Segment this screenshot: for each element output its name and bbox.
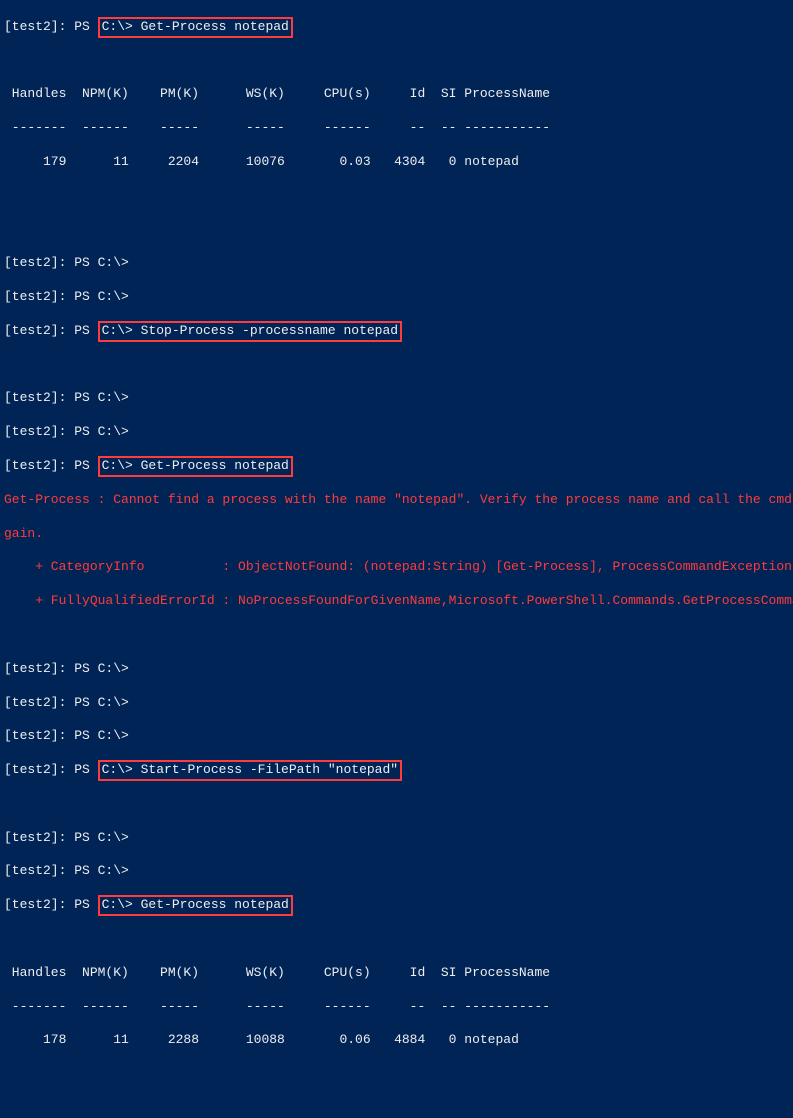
table-header: Handles NPM(K) PM(K) WS(K) CPU(s) Id SI … bbox=[4, 86, 789, 103]
blank-line bbox=[4, 1066, 789, 1083]
table-separator: ------- ------ ----- ----- ------ -- -- … bbox=[4, 120, 789, 137]
prompt-line: [test2]: PS C:\> bbox=[4, 830, 789, 847]
prompt-prefix: [test2]: PS bbox=[4, 897, 98, 912]
blank-line bbox=[4, 357, 789, 374]
prompt-line: [test2]: PS C:\> bbox=[4, 661, 789, 678]
prompt-prefix: [test2]: PS bbox=[4, 762, 98, 777]
highlighted-command-2: C:\> Stop-Process -processname notepad bbox=[98, 321, 402, 342]
prompt-line: [test2]: PS C:\> bbox=[4, 863, 789, 880]
highlighted-command-5: C:\> Get-Process notepad bbox=[98, 895, 293, 916]
error-line: gain. bbox=[4, 526, 789, 543]
blank-line bbox=[4, 188, 789, 205]
table-row: 179 11 2204 10076 0.03 4304 0 notepad bbox=[4, 154, 789, 171]
prompt-line: [test2]: PS C:\> bbox=[4, 728, 789, 745]
command-line: [test2]: PS C:\> Start-Process -FilePath… bbox=[4, 762, 789, 779]
error-line: Get-Process : Cannot find a process with… bbox=[4, 492, 789, 509]
powershell-terminal[interactable]: [test2]: PS C:\> Get-Process notepad Han… bbox=[0, 0, 793, 1118]
command-line: [test2]: PS C:\> Get-Process notepad bbox=[4, 458, 789, 475]
command-line: [test2]: PS C:\> Get-Process notepad bbox=[4, 897, 789, 914]
prompt-prefix: [test2]: PS bbox=[4, 458, 98, 473]
highlighted-command-4: C:\> Start-Process -FilePath "notepad" bbox=[98, 760, 402, 781]
table-header: Handles NPM(K) PM(K) WS(K) CPU(s) Id SI … bbox=[4, 965, 789, 982]
blank-line bbox=[4, 53, 789, 70]
prompt-prefix: [test2]: PS bbox=[4, 19, 98, 34]
table-row: 178 11 2288 10088 0.06 4884 0 notepad bbox=[4, 1032, 789, 1049]
prompt-line: [test2]: PS C:\> bbox=[4, 255, 789, 272]
blank-line bbox=[4, 627, 789, 644]
table-separator: ------- ------ ----- ----- ------ -- -- … bbox=[4, 999, 789, 1016]
error-line: + CategoryInfo : ObjectNotFound: (notepa… bbox=[4, 559, 789, 576]
highlighted-command-3: C:\> Get-Process notepad bbox=[98, 456, 293, 477]
prompt-line: [test2]: PS C:\> bbox=[4, 390, 789, 407]
error-line: + FullyQualifiedErrorId : NoProcessFound… bbox=[4, 593, 789, 610]
prompt-line: [test2]: PS C:\> bbox=[4, 289, 789, 306]
prompt-prefix: [test2]: PS bbox=[4, 323, 98, 338]
blank-line bbox=[4, 796, 789, 813]
highlighted-command-1: C:\> Get-Process notepad bbox=[98, 17, 293, 38]
prompt-line: [test2]: PS C:\> bbox=[4, 424, 789, 441]
blank-line bbox=[4, 1100, 789, 1117]
blank-line bbox=[4, 222, 789, 239]
command-line: [test2]: PS C:\> Stop-Process -processna… bbox=[4, 323, 789, 340]
command-line: [test2]: PS C:\> Get-Process notepad bbox=[4, 19, 789, 36]
blank-line bbox=[4, 931, 789, 948]
prompt-line: [test2]: PS C:\> bbox=[4, 695, 789, 712]
